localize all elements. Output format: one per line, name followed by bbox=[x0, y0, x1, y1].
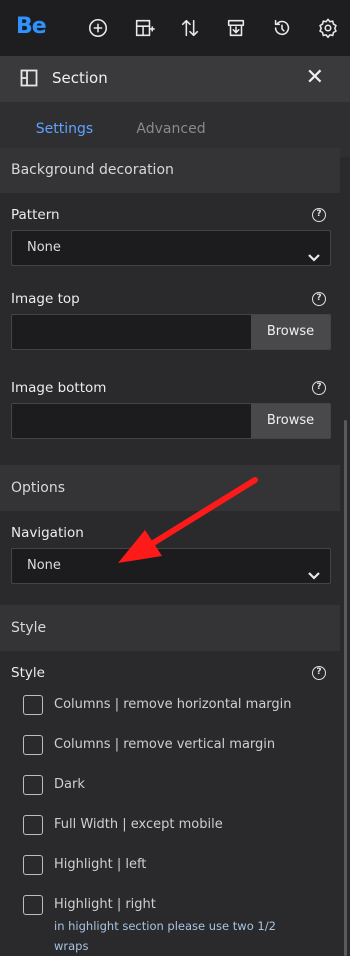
close-icon[interactable]: ✕ bbox=[306, 66, 324, 90]
add-icon[interactable] bbox=[86, 16, 110, 40]
image-bottom-field[interactable]: Browse bbox=[11, 403, 331, 439]
checkbox-label: Dark bbox=[54, 777, 85, 792]
checkbox-label: Full Width | except mobile bbox=[54, 817, 223, 832]
chevron-down-icon bbox=[308, 243, 320, 262]
panel-title: Section bbox=[52, 69, 108, 87]
help-icon[interactable]: ? bbox=[312, 292, 326, 306]
group-style[interactable]: Style bbox=[0, 605, 340, 651]
image-top-browse-button[interactable]: Browse bbox=[251, 315, 330, 349]
top-toolbar: Be bbox=[0, 0, 350, 56]
checkbox-label: Highlight | right bbox=[54, 897, 156, 912]
checkbox[interactable] bbox=[23, 815, 43, 835]
export-icon[interactable] bbox=[224, 16, 248, 40]
settings-icon[interactable] bbox=[316, 16, 340, 40]
navigation-value: None bbox=[27, 558, 61, 573]
checkbox-hint: wraps bbox=[54, 939, 89, 953]
pattern-label: Pattern bbox=[11, 207, 60, 223]
chevron-down-icon bbox=[308, 561, 320, 580]
pattern-value: None bbox=[27, 240, 61, 255]
image-top-label: Image top bbox=[11, 291, 80, 307]
section-layout-icon bbox=[20, 69, 38, 87]
image-bottom-browse-button[interactable]: Browse bbox=[251, 404, 330, 438]
checkbox[interactable] bbox=[23, 735, 43, 755]
layout-add-icon[interactable] bbox=[132, 16, 156, 40]
checkbox[interactable] bbox=[23, 775, 43, 795]
navigation-label: Navigation bbox=[11, 525, 84, 541]
checkbox-hint: in highlight section please use two 1/2 bbox=[54, 919, 276, 933]
pattern-select[interactable]: None bbox=[11, 230, 331, 266]
help-icon[interactable]: ? bbox=[312, 666, 326, 680]
scrollbar[interactable] bbox=[344, 420, 347, 956]
checkbox-label: Columns | remove horizontal margin bbox=[54, 697, 292, 712]
logo: Be bbox=[16, 14, 47, 39]
help-icon[interactable]: ? bbox=[312, 381, 326, 395]
help-icon[interactable]: ? bbox=[312, 208, 326, 222]
checkbox[interactable] bbox=[23, 695, 43, 715]
group-background-decoration[interactable]: Background decoration bbox=[0, 148, 340, 193]
history-icon[interactable] bbox=[270, 16, 294, 40]
checkbox[interactable] bbox=[23, 895, 43, 915]
checkbox-label: Columns | remove vertical margin bbox=[54, 737, 276, 752]
style-label: Style bbox=[11, 665, 45, 681]
checkbox-label: Highlight | left bbox=[54, 857, 147, 872]
image-top-field[interactable]: Browse bbox=[11, 314, 331, 350]
sort-icon[interactable] bbox=[178, 16, 202, 40]
group-options[interactable]: Options bbox=[0, 465, 340, 511]
checkbox[interactable] bbox=[23, 855, 43, 875]
navigation-select[interactable]: None bbox=[11, 548, 331, 584]
image-bottom-label: Image bottom bbox=[11, 380, 107, 396]
section-header: Section ✕ bbox=[0, 56, 350, 102]
